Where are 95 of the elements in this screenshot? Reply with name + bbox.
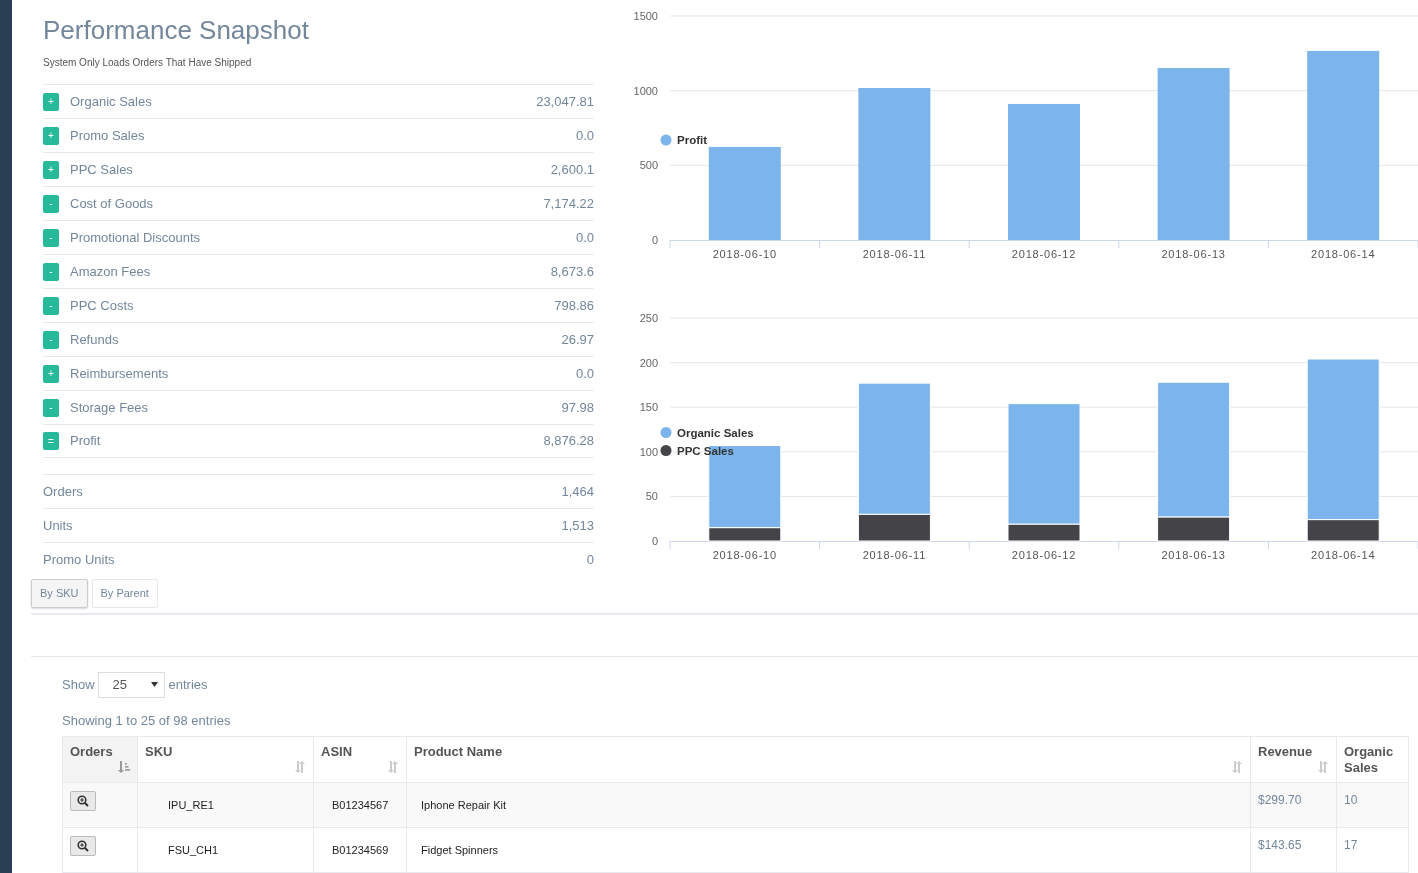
sort-icon[interactable] (1317, 760, 1329, 773)
metric-label: Storage Fees (70, 398, 149, 417)
sign-badge: + (43, 160, 59, 179)
sort-icon[interactable] (294, 760, 306, 773)
metric-value: 26.97 (561, 330, 594, 349)
column-header[interactable]: Product Name (406, 736, 1251, 783)
zoom-in-icon (77, 795, 89, 807)
page-subtitle: System Only Loads Orders That Have Shipped (43, 56, 253, 70)
legend-label: Organic Sales (677, 426, 754, 439)
page-title: Performance Snapshot (43, 14, 310, 46)
sort-descending-icon[interactable] (117, 760, 130, 773)
column-header[interactable]: SKU (137, 736, 314, 783)
axis-label: 1500 (633, 10, 658, 22)
column-header[interactable]: Orders (62, 736, 138, 783)
view-tab[interactable]: By Parent (91, 579, 158, 608)
view-tab[interactable]: By SKU (31, 579, 88, 608)
metric-value: 798.86 (554, 296, 594, 315)
metric-value: 7,174.22 (543, 194, 594, 213)
table-info: Showing 1 to 25 of 98 entries (62, 711, 232, 730)
metric-label: Refunds (70, 330, 119, 349)
column-header[interactable]: ASIN (313, 736, 407, 783)
metric-label: Promo Sales (70, 126, 145, 145)
metric-label: Organic Sales (70, 92, 152, 111)
metric-label: Cost of Goods (70, 194, 154, 213)
axis-label: 0 (651, 535, 658, 547)
axis-label: 2018-06-14 (1311, 248, 1376, 260)
column-header[interactable]: Revenue (1250, 736, 1337, 783)
sign-badge: - (43, 330, 59, 349)
metric-value: 1,513 (561, 516, 594, 535)
table-cell: B01234569 (313, 827, 407, 873)
metric-value: 23,047.81 (536, 92, 594, 111)
sort-icon[interactable] (1231, 760, 1243, 773)
sign-badge: + (43, 92, 59, 111)
table-cell: FSU_CH1 (137, 827, 314, 873)
table-cell: Iphone Repair Kit (406, 782, 1251, 828)
table-cell: $299.70 (1250, 782, 1337, 828)
metric-value: 8,876.28 (543, 432, 594, 451)
axis-label: 2018-06-11 (862, 549, 927, 561)
axis-label: 250 (639, 312, 658, 324)
sign-badge: - (43, 296, 59, 315)
caret-icon (150, 681, 158, 687)
axis-label: 0 (651, 234, 658, 246)
metric-label: Orders (43, 482, 83, 501)
table-cell: 10 (1336, 782, 1409, 828)
axis-label: 50 (645, 490, 658, 503)
axis-label: 200 (639, 356, 658, 369)
axis-label: 1000 (633, 84, 658, 97)
metric-label: PPC Sales (70, 160, 133, 179)
axis-label: 500 (639, 159, 658, 172)
table-cell: 17 (1336, 827, 1409, 873)
axis-label: 2018-06-12 (1011, 248, 1077, 260)
metric-label: PPC Costs (70, 296, 134, 315)
zoom-button[interactable] (70, 791, 96, 811)
axis-label: 2018-06-14 (1311, 549, 1376, 561)
metric-value: 0 (586, 550, 594, 569)
metric-value: 97.98 (561, 398, 594, 417)
axis-label: 2018-06-13 (1161, 549, 1226, 561)
sign-badge: - (43, 398, 59, 417)
axis-label: 2018-06-10 (712, 248, 777, 260)
column-header[interactable]: Organic Sales (1336, 736, 1409, 783)
axis-label: 2018-06-10 (712, 549, 777, 561)
entries-label: entries (168, 675, 208, 694)
zoom-button[interactable] (70, 836, 96, 856)
table-cell: $143.65 (1250, 827, 1337, 873)
metric-value: 0.0 (575, 228, 594, 247)
sign-badge: - (43, 228, 59, 247)
axis-label: 2018-06-13 (1161, 248, 1226, 260)
metric-label: Profit (70, 432, 101, 451)
zoom-in-icon (77, 840, 89, 852)
metric-value: 8,673.6 (550, 262, 594, 281)
show-label: Show (62, 675, 95, 694)
metric-value: 0.0 (575, 126, 594, 145)
table-cell: Fidget Spinners (406, 827, 1251, 873)
metric-label: Promotional Discounts (70, 228, 201, 247)
metric-label: Reimbursements (70, 364, 169, 383)
legend-label: Profit (677, 134, 708, 146)
metric-label: Amazon Fees (70, 262, 151, 281)
metric-value: 0.0 (575, 364, 594, 383)
table-cell: IPU_RE1 (137, 782, 314, 828)
axis-label: 150 (639, 401, 658, 414)
sign-badge: + (43, 126, 59, 145)
metric-label: Promo Units (43, 550, 115, 569)
metric-value: 2,600.1 (550, 160, 594, 179)
table-cell: B01234567 (313, 782, 407, 828)
metric-value: 1,464 (561, 482, 594, 501)
sign-badge: + (43, 364, 59, 383)
sign-badge: - (43, 262, 59, 281)
axis-label: 2018-06-11 (862, 248, 927, 260)
sign-badge: - (43, 194, 59, 213)
sort-icon[interactable] (387, 760, 399, 773)
axis-label: 100 (639, 445, 658, 458)
metric-label: Units (43, 516, 73, 535)
axis-label: 2018-06-12 (1011, 549, 1077, 561)
sign-badge: = (43, 432, 59, 450)
page-size-select[interactable]: 25 (97, 671, 165, 698)
